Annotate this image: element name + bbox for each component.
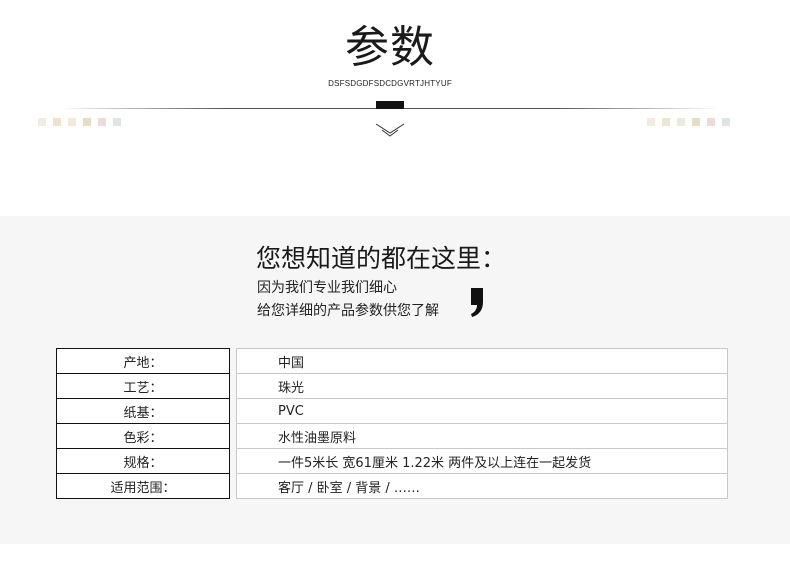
intro-heading: 您想知道的都在这里： bbox=[256, 244, 507, 273]
table-row: 客厅 / 卧室 / 背景 / …… bbox=[236, 473, 728, 499]
table-row: PVC bbox=[236, 398, 728, 424]
table-row: 中国 bbox=[236, 348, 728, 374]
decor-square bbox=[98, 118, 106, 126]
decor-square bbox=[662, 118, 670, 126]
table-row: 珠光 bbox=[236, 373, 728, 399]
table-row: 纸基： bbox=[56, 398, 230, 424]
param-label: 色彩： bbox=[56, 423, 230, 449]
param-label: 适用范围： bbox=[56, 473, 230, 499]
table-row: 色彩： bbox=[56, 423, 230, 449]
table-row: 适用范围： bbox=[56, 473, 230, 499]
param-label: 工艺： bbox=[56, 373, 230, 399]
product-params-page: 参数 DSFSDGDFSDCDGVRTJHTYUF 您想知道的都在这里： 因为我… bbox=[0, 0, 790, 582]
intro-line-2: 给您详细的产品参数供您了解 bbox=[257, 303, 439, 319]
decor-square bbox=[707, 118, 715, 126]
decor-square bbox=[113, 118, 121, 126]
param-label: 纸基： bbox=[56, 398, 230, 424]
param-value: 中国 bbox=[236, 348, 728, 374]
table-row: 产地： bbox=[56, 348, 230, 374]
comma-quote-icon bbox=[471, 288, 483, 317]
param-value: 客厅 / 卧室 / 背景 / …… bbox=[236, 473, 728, 499]
intro-line-1: 因为我们专业我们细心 bbox=[257, 280, 397, 296]
decor-square bbox=[677, 118, 685, 126]
table-row: 工艺： bbox=[56, 373, 230, 399]
param-label-table: 产地： 工艺： 纸基： 色彩： 规格： 适用范围： bbox=[56, 348, 230, 499]
table-row: 水性油墨原料 bbox=[236, 423, 728, 449]
decor-square bbox=[647, 118, 655, 126]
decor-square bbox=[68, 118, 76, 126]
page-title: 参数 bbox=[345, 22, 435, 73]
param-value: 水性油墨原料 bbox=[236, 423, 728, 449]
decor-squares-left bbox=[38, 118, 128, 126]
divider-accent-block bbox=[376, 101, 404, 109]
table-row: 规格： bbox=[56, 448, 230, 474]
decor-square bbox=[83, 118, 91, 126]
decor-square bbox=[38, 118, 46, 126]
param-value-table: 中国 珠光 PVC 水性油墨原料 一件5米长 宽61厘米 1.22米 两件及以上… bbox=[236, 348, 728, 499]
decor-squares-right bbox=[647, 118, 737, 126]
decor-square bbox=[722, 118, 730, 126]
decor-square bbox=[692, 118, 700, 126]
decor-square bbox=[53, 118, 61, 126]
table-row: 一件5米长 宽61厘米 1.22米 两件及以上连在一起发货 bbox=[236, 448, 728, 474]
param-value: 珠光 bbox=[236, 373, 728, 399]
param-label: 产地： bbox=[56, 348, 230, 374]
param-label: 规格： bbox=[56, 448, 230, 474]
title-code: DSFSDGDFSDCDGVRTJHTYUF bbox=[328, 79, 452, 88]
param-value: 一件5米长 宽61厘米 1.22米 两件及以上连在一起发货 bbox=[236, 448, 728, 474]
param-value: PVC bbox=[236, 398, 728, 424]
chevron-down-icon bbox=[375, 123, 405, 137]
